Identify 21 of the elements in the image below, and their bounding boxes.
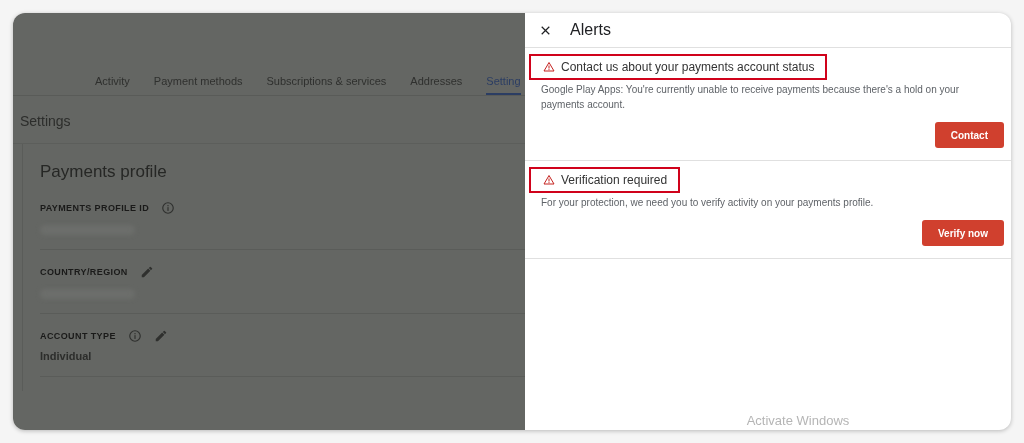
info-icon xyxy=(127,329,142,343)
alert-heading: Verification required xyxy=(561,173,668,187)
edit-icon[interactable] xyxy=(153,329,168,343)
alert-heading: Contact us about your payments account status xyxy=(561,60,815,74)
info-icon xyxy=(161,201,176,215)
field-label: ACCOUNT TYPE xyxy=(40,331,116,341)
panel-title: Alerts xyxy=(570,21,611,39)
activation-notice: Activate Windows xyxy=(746,413,850,428)
warning-icon xyxy=(543,61,555,73)
field-label: COUNTRY/REGION xyxy=(40,267,128,277)
section-title: Settings xyxy=(13,96,525,144)
field-value: Individual xyxy=(40,350,93,362)
edit-icon[interactable] xyxy=(139,265,154,279)
action-button[interactable]: Verify now xyxy=(922,220,1004,246)
nav-tab[interactable]: Setting xyxy=(486,73,521,95)
card-title: Payments profile xyxy=(40,162,168,182)
action-button[interactable]: Contact xyxy=(934,122,1004,148)
alert-message: Google Play Apps: You're currently unable to receive payments because there's a hold on your payments account. xyxy=(540,83,960,112)
field-label: PAYMENTS PROFILE ID xyxy=(40,203,150,213)
warning-icon xyxy=(543,174,555,186)
alert-message: For your protection, we need you to verify activity on your payments profile. xyxy=(540,196,875,210)
